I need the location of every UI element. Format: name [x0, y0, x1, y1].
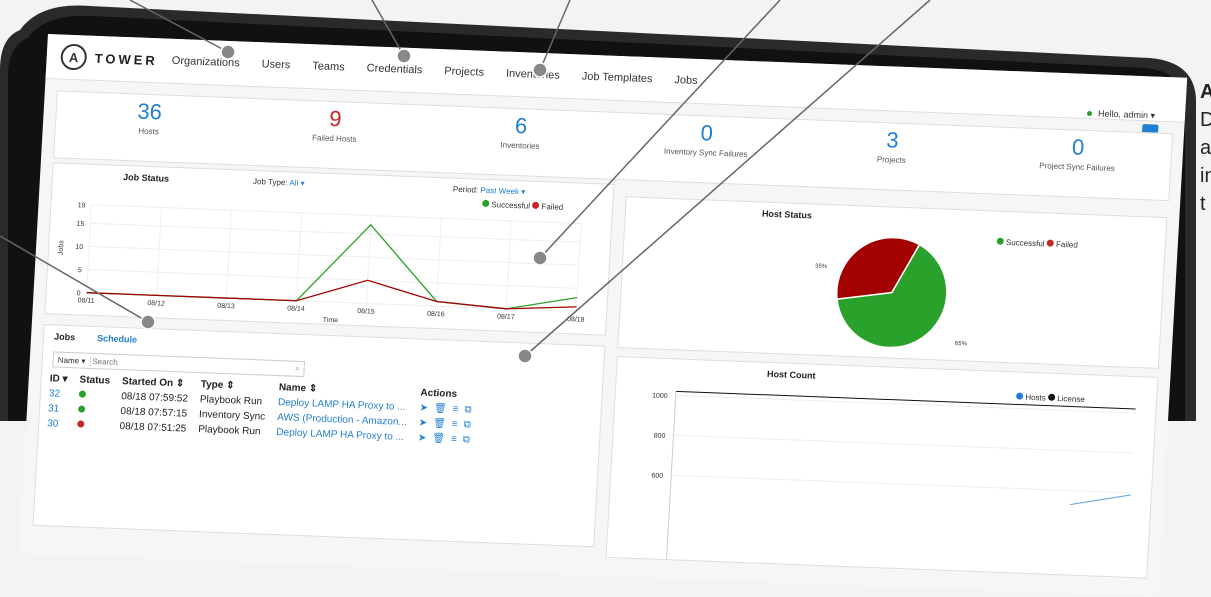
side-caption-line: a [1200, 137, 1211, 159]
job-id-link[interactable]: 30 [41, 416, 72, 432]
job-status-chart: 0510151908/11 08/12 08/13 08/14 08/15 08/16 08… [58, 202, 585, 325]
user-menu[interactable]: Hello, admin ▾ [1086, 108, 1156, 122]
stat-project-sync-failures[interactable]: 0 Project Sync Failures [983, 127, 1172, 200]
side-caption: A D a in t [1200, 78, 1211, 218]
series-line-license [675, 390, 1136, 410]
side-caption-line: in [1200, 165, 1211, 187]
job-id-link[interactable]: 31 [42, 401, 73, 417]
brand-name[interactable]: TOWER [94, 50, 158, 67]
side-caption-line: D [1200, 109, 1211, 131]
job-status-icon [71, 417, 114, 434]
gridline [671, 474, 1131, 494]
x-tick-label: 08/18 [567, 316, 585, 324]
y-tick-label: 5 [78, 267, 82, 274]
gridline [435, 218, 442, 307]
y-tick-label: 10 [75, 244, 83, 251]
tab-schedule[interactable]: Schedule [97, 333, 138, 345]
jobs-table: ID ▾ Status Started On ⇕ Type ⇕ Name ⇕ A… [41, 371, 485, 448]
gridline [675, 394, 1136, 414]
gridline [505, 220, 512, 309]
x-tick-label: 08/12 [147, 300, 165, 308]
search-field-select[interactable]: Name ▾ [53, 354, 91, 366]
y-tick-label: 600 [651, 472, 663, 479]
job-id-link[interactable]: 32 [42, 386, 73, 402]
gridline [575, 223, 582, 312]
x-tick-label: 08/13 [217, 303, 235, 311]
y-tick-label: 19 [77, 202, 85, 209]
nav-job-templates[interactable]: Job Templates [581, 71, 652, 86]
gridline [87, 269, 578, 289]
job-started: 08/18 07:51:25 [119, 421, 187, 435]
stat-projects[interactable]: 3 Projects [797, 120, 986, 193]
job-actions[interactable]: ➤ 🗑 ≡ ⧉ [412, 430, 483, 448]
col-status: Status [79, 374, 111, 387]
x-axis-label: Time [323, 317, 339, 325]
user-greeting[interactable]: Hello, admin ▾ [1098, 108, 1156, 121]
y-tick-label: 800 [654, 433, 666, 440]
gridline [90, 222, 581, 243]
series-line-hosts [1070, 494, 1131, 506]
x-tick-label: 08/11 [77, 297, 94, 305]
pie-label-successful: 65% [955, 341, 968, 347]
jobs-panel: Jobs Schedule Name ▾ ⌕ ID ▾ Status Start… [32, 324, 606, 548]
jobs-tabs: Jobs Schedule [54, 331, 138, 344]
gridline [91, 204, 582, 225]
nav-projects[interactable]: Projects [444, 65, 484, 79]
col-id[interactable]: ID ▾ [43, 371, 74, 387]
nav-teams[interactable]: Teams [312, 60, 345, 73]
gridline [86, 204, 93, 293]
gridline [226, 210, 232, 299]
y-axis-label: Jobs [58, 240, 66, 256]
nav-jobs[interactable]: Jobs [674, 74, 698, 87]
x-tick-label: 08/15 [357, 308, 375, 316]
job-status-panel: Job Status Job Type: All ▾ Period: Past … [44, 162, 615, 336]
job-status-icon [72, 387, 115, 404]
host-status-pie-chart: 35% 65% [815, 236, 968, 349]
y-tick-label: 1000 [652, 392, 668, 400]
nav-organizations[interactable]: Organizations [172, 55, 240, 70]
x-tick-label: 08/17 [497, 313, 515, 321]
gridline [295, 212, 302, 301]
nav-inventories[interactable]: Inventories [506, 68, 560, 82]
tab-jobs[interactable]: Jobs [54, 331, 76, 342]
job-type: Playbook Run [197, 424, 261, 438]
jobs-search-input[interactable] [90, 355, 296, 375]
tower-dashboard-screen: A TOWER Organizations Users Teams Creden… [18, 34, 1188, 597]
stat-hosts[interactable]: 36 Hosts [54, 91, 243, 164]
stat-failed-hosts[interactable]: 9 Failed Hosts [240, 99, 429, 172]
stat-inventories[interactable]: 6 Inventories [426, 106, 615, 179]
side-caption-line: A [1200, 81, 1211, 103]
search-icon[interactable]: ⌕ [295, 364, 304, 374]
job-status-icon [71, 402, 114, 419]
nav-users[interactable]: Users [261, 58, 290, 71]
stat-inventory-sync-failures[interactable]: 0 Inventory Sync Failures [611, 113, 800, 186]
host-count-panel: Host Count Hosts License 600 800 1000 [605, 356, 1159, 579]
host-status-panel: Host Status Successful Failed 35% 65% [617, 196, 1168, 369]
host-count-chart: 600 800 1000 [651, 390, 1136, 560]
gridline [156, 207, 162, 296]
y-tick-label: 15 [76, 221, 84, 228]
x-tick-label: 08/16 [427, 311, 445, 319]
x-tick-label: 08/14 [287, 305, 305, 313]
online-status-icon [1086, 110, 1093, 117]
side-caption-line: t [1200, 193, 1206, 215]
pie-label-failed: 35% [815, 264, 828, 270]
nav-credentials[interactable]: Credentials [366, 62, 422, 76]
gridline [673, 434, 1134, 454]
tower-logo[interactable]: A [60, 43, 88, 71]
